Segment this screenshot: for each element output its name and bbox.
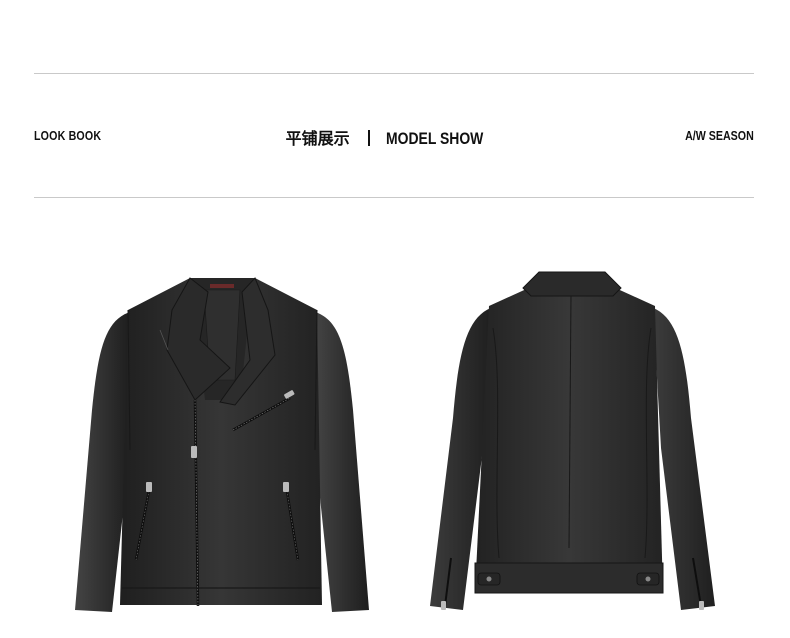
leather-jacket-front-image [75, 277, 369, 612]
section-title-chinese: 平铺展示 [285, 129, 350, 148]
section-title: 平铺展示 MODEL SHOW [0, 125, 790, 149]
leather-jacket-back-image [430, 271, 715, 610]
bottom-divider [34, 197, 754, 198]
top-divider [34, 73, 754, 74]
title-separator [367, 130, 370, 146]
season-label: A/W SEASON [685, 128, 754, 143]
section-title-english: MODEL SHOW [385, 129, 483, 148]
